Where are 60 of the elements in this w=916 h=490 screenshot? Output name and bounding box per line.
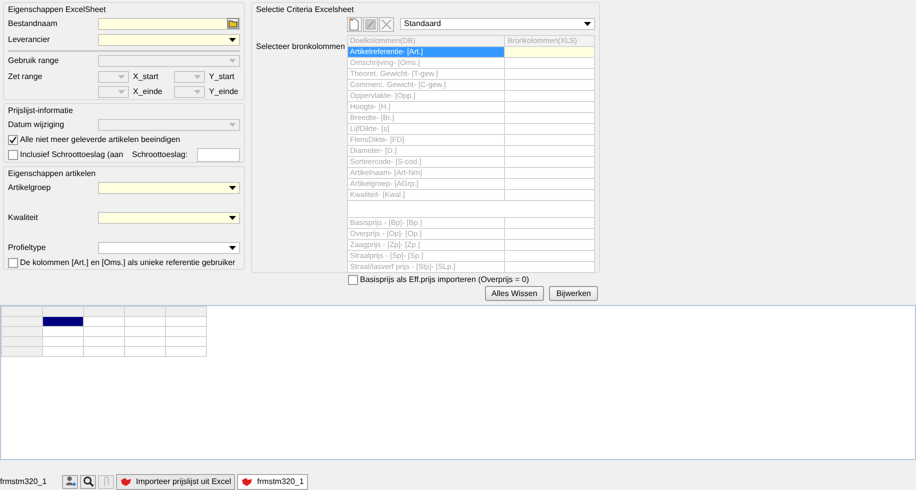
dropdown[interactable]	[98, 242, 240, 254]
dropdown[interactable]: Standaard	[400, 18, 595, 30]
field-label: Y_einde	[209, 86, 239, 96]
field-label: Leverancier	[8, 34, 51, 44]
button[interactable]: Bijwerken	[549, 286, 598, 301]
group-title: Eigenschappen artikelen	[8, 169, 96, 179]
field-label: Profieltype	[8, 242, 47, 252]
form-name: frmstm320_1	[0, 476, 48, 486]
group-title: Eigenschappen ExcelSheet	[8, 5, 106, 15]
input-field[interactable]	[197, 148, 240, 162]
checkbox-label: De kolommen [Art.] en [Oms.] als unieke referentie gebruiker	[20, 258, 236, 268]
field-label: Y_start	[209, 72, 236, 82]
checkbox[interactable]	[8, 258, 18, 268]
field-label: Schroottoeslag:	[132, 150, 189, 160]
file-field[interactable]	[98, 18, 240, 30]
field-label: Gebruik range	[8, 56, 60, 66]
field-label: Artikelgroep	[8, 182, 52, 192]
new-document-icon[interactable]	[347, 16, 362, 32]
caret-icon	[194, 90, 201, 94]
field-label: X_start	[133, 72, 160, 82]
field-label: Datum wijziging	[8, 120, 66, 130]
dropdown[interactable]	[174, 86, 205, 98]
dropdown[interactable]	[98, 212, 240, 224]
field-label: Bestandnaam	[8, 18, 58, 28]
user-add-icon[interactable]	[62, 474, 78, 489]
edit-icon[interactable]	[363, 16, 378, 32]
caret-icon	[229, 246, 236, 250]
caret-icon	[229, 122, 236, 127]
checkbox[interactable]	[8, 134, 18, 145]
folder-icon[interactable]	[227, 18, 239, 30]
field-label: Zet range	[8, 72, 44, 82]
field-label: X_einde	[133, 86, 164, 96]
field-label: Kwaliteit	[8, 212, 39, 222]
caret-icon	[229, 186, 236, 190]
delete-icon[interactable]	[379, 16, 394, 32]
field-label: Selecteer bronkolommen	[256, 42, 346, 52]
taskbar-tab[interactable]: frmstm320_1	[237, 474, 308, 490]
caret-icon	[229, 38, 236, 42]
dropdown[interactable]	[98, 86, 129, 98]
app-icon	[120, 476, 132, 487]
search-icon[interactable]	[80, 474, 96, 489]
caret-icon	[194, 74, 201, 79]
group-title: Selectie Criteria Excelsheet	[256, 5, 354, 15]
dropdown[interactable]	[174, 70, 205, 83]
taskbar-tab[interactable]: Importeer prijslijst uit Excel	[116, 474, 236, 490]
checkbox[interactable]	[348, 274, 358, 285]
app-icon	[241, 476, 254, 487]
checkbox[interactable]	[8, 150, 18, 160]
caret-icon	[229, 216, 236, 220]
checkbox-label: Basisprijs als Eff.prijs importeren (Overprijs = 0)	[360, 274, 530, 284]
checkbox-label: Inclusief Schroottoeslag (aan	[20, 150, 124, 160]
caret-icon	[118, 90, 125, 94]
caret-icon	[584, 22, 591, 26]
button[interactable]: Alles Wissen	[484, 286, 544, 301]
caret-icon	[229, 58, 236, 63]
caret-icon	[118, 74, 125, 79]
checkbox-label: Alle niet meer geleverde artikelen beeindigen	[20, 134, 180, 144]
dropdown[interactable]	[98, 182, 240, 194]
group-title: Prijslijst-informatie	[8, 106, 73, 116]
dropdown[interactable]	[98, 70, 129, 83]
